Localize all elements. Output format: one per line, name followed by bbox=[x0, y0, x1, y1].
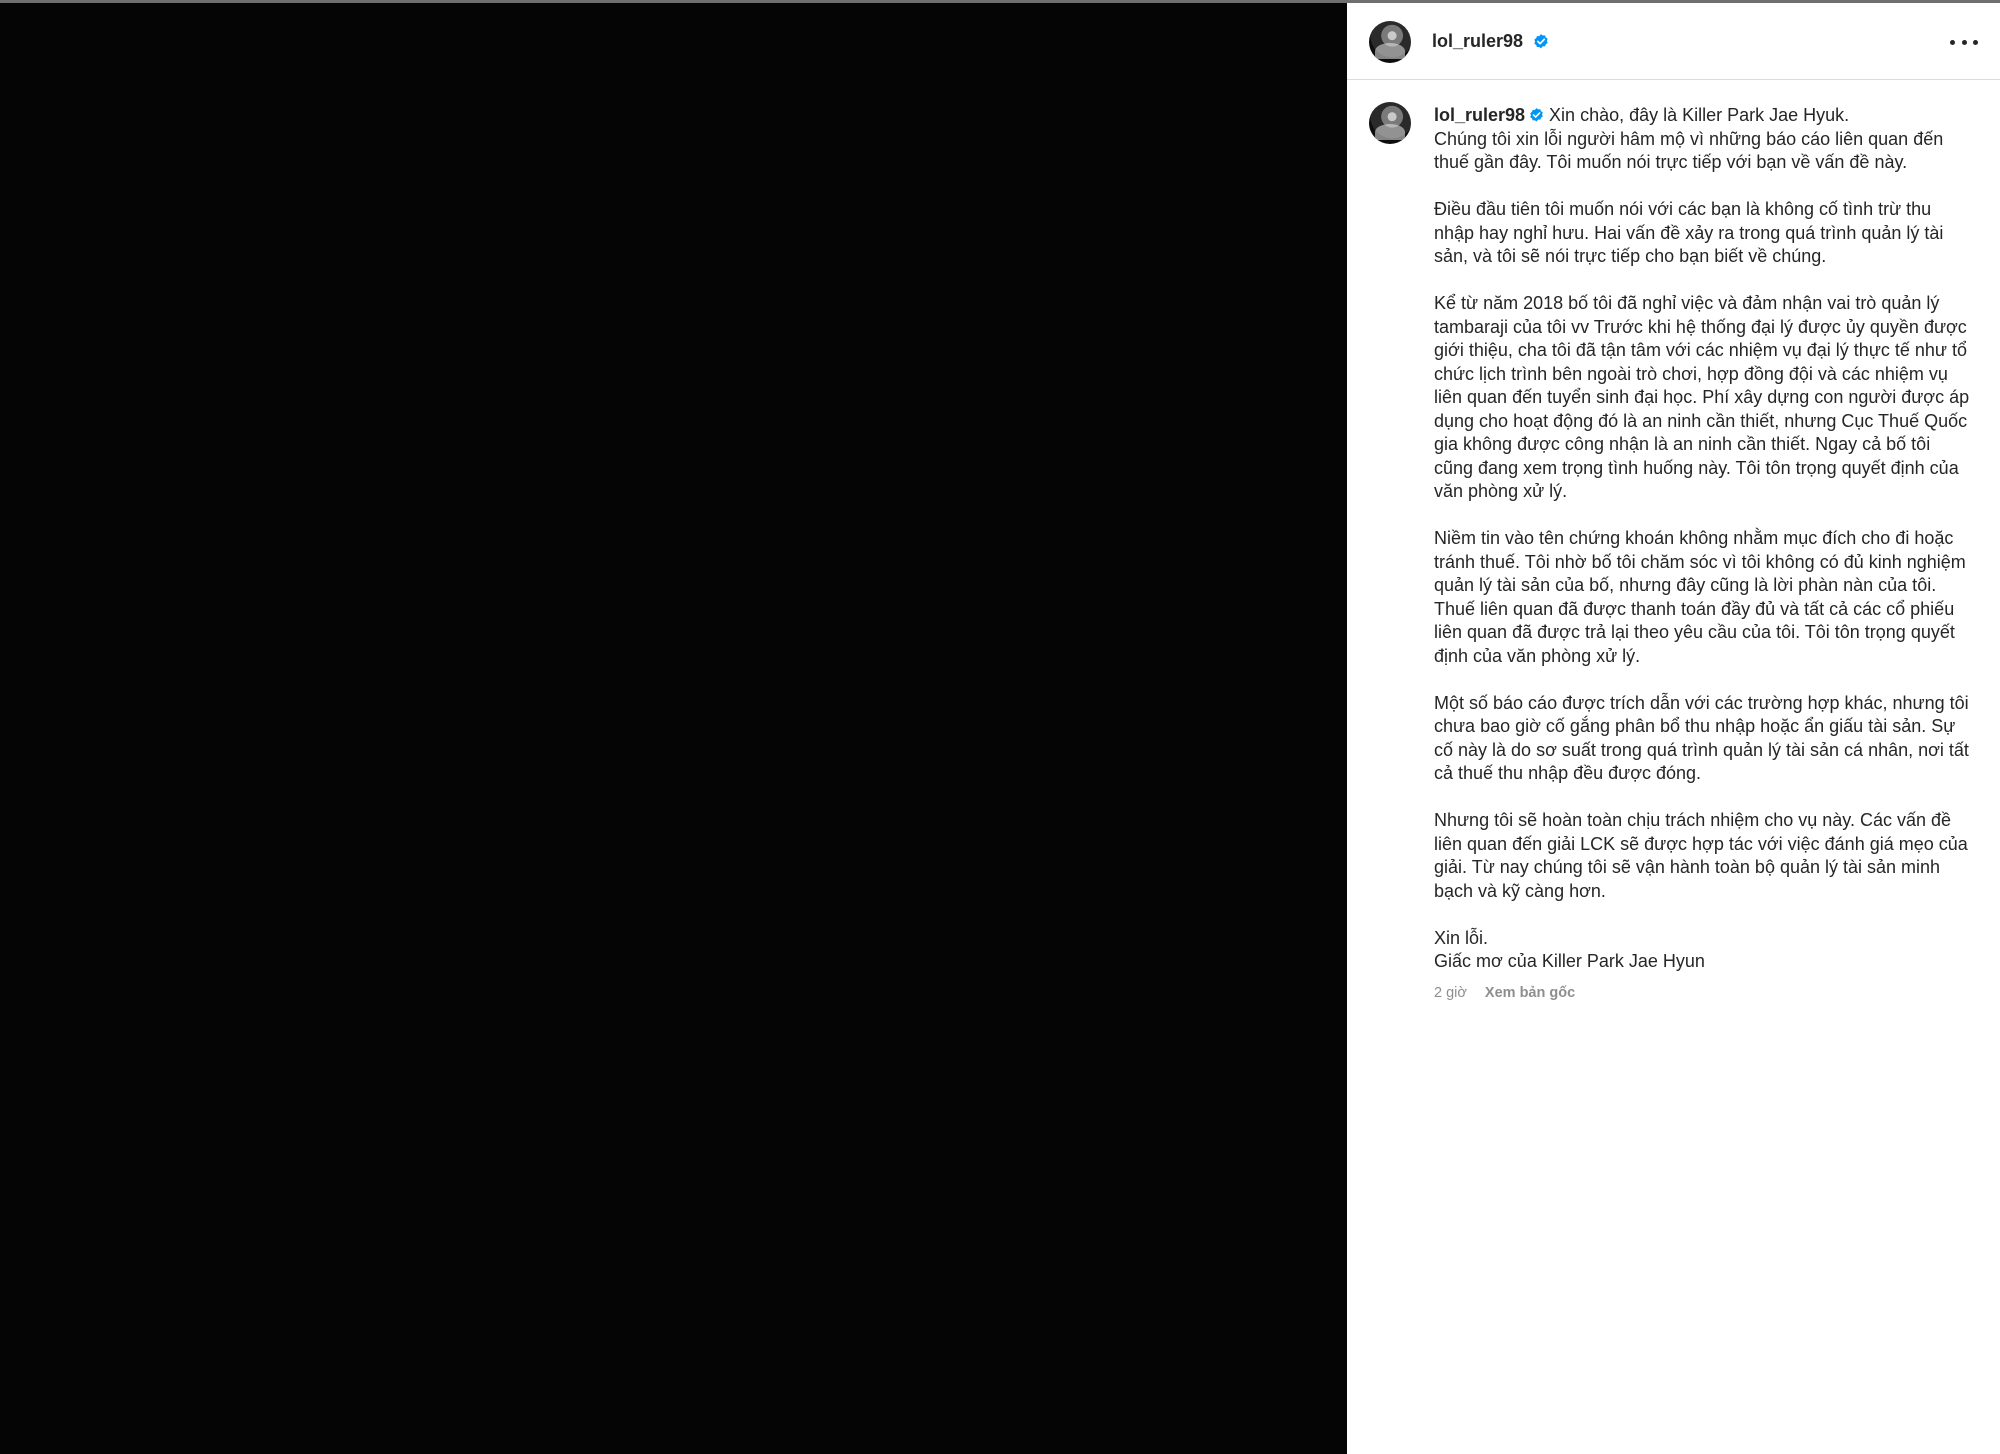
see-original-link[interactable]: Xem bản gốc bbox=[1485, 985, 1575, 1001]
caption-paragraph-4: Niềm tin vào tên chứng khoán không nhằm … bbox=[1434, 528, 1966, 666]
caption-paragraph-1: lol_ruler98 Xin chào, đây là Killer Park … bbox=[1434, 104, 1974, 175]
verified-badge-icon bbox=[1534, 34, 1548, 49]
caption-paragraph-3: Kể từ năm 2018 bố tôi đã nghỉ việc và đả… bbox=[1434, 293, 1970, 501]
caption-closing-1: Xin lỗi. bbox=[1434, 927, 1489, 948]
post-time[interactable]: 2 giờ bbox=[1434, 985, 1467, 1001]
post-meta: 2 giờ Xem bản gốc bbox=[1434, 982, 1974, 1006]
caption-first-line: Xin chào, đây là Killer Park Jae Hyuk. bbox=[1549, 105, 1850, 125]
caption-paragraph-2: Điều đầu tiên tôi muốn nói với các bạn l… bbox=[1434, 199, 1944, 266]
caption-para1-rest: Chúng tôi xin lỗi người hâm mộ vì những … bbox=[1434, 128, 1944, 173]
verified-badge-icon bbox=[1530, 108, 1543, 122]
caption-paragraph-6: Nhưng tôi sẽ hoàn toàn chịu trách nhiệm … bbox=[1434, 810, 1968, 901]
caption-avatar[interactable] bbox=[1369, 102, 1411, 144]
header-username[interactable]: lol_ruler98 bbox=[1432, 31, 1523, 52]
post-header: lol_ruler98 bbox=[1347, 3, 2000, 80]
more-options-icon[interactable] bbox=[1950, 31, 1978, 53]
caption-paragraph-5: Một số báo cáo được trích dẫn với các tr… bbox=[1434, 692, 1969, 784]
caption-text: lol_ruler98 Xin chào, đây là Killer Park … bbox=[1434, 104, 1974, 1005]
caption-username[interactable]: lol_ruler98 bbox=[1434, 105, 1525, 125]
caption-closing-2: Giấc mơ của Killer Park Jae Hyun bbox=[1434, 951, 1705, 971]
post-media-black[interactable] bbox=[0, 3, 1347, 1454]
avatar[interactable] bbox=[1369, 21, 1411, 63]
post-side-panel: lol_ruler98 lol_ruler98 Xin chào, đây là … bbox=[1347, 3, 2000, 1454]
